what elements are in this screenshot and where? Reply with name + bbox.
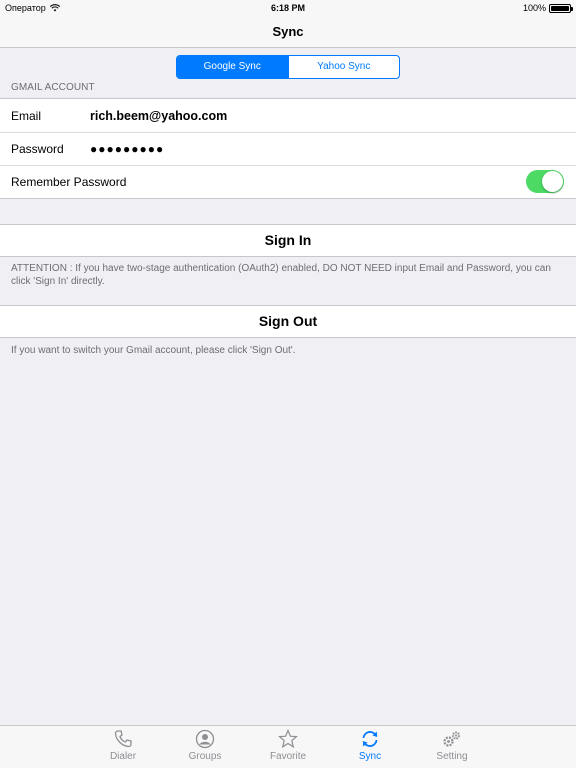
tab-bar: Dialer Groups Favorite Sync Setting — [0, 725, 576, 768]
page-title: Sync — [272, 24, 304, 39]
segment-google-sync[interactable]: Google Sync — [177, 56, 288, 78]
remember-password-row: Remember Password — [0, 165, 576, 198]
status-time: 6:18 PM — [270, 3, 305, 13]
nav-bar: Sync — [0, 16, 576, 48]
sign-in-note: ATTENTION : If you have two-stage authen… — [11, 263, 551, 287]
remember-password-toggle[interactable] — [526, 170, 564, 193]
sync-provider-segmented-control: Google Sync Yahoo Sync — [176, 55, 400, 79]
sign-in-button[interactable]: Sign In — [0, 224, 576, 257]
sign-out-note: If you want to switch your Gmail account… — [11, 345, 296, 356]
tab-groups[interactable]: Groups — [175, 729, 235, 762]
tab-setting-label: Setting — [436, 751, 468, 762]
email-label: Email — [11, 108, 42, 123]
battery-percent: 100% — [522, 3, 546, 13]
battery-fill — [551, 5, 569, 11]
email-row[interactable]: Email rich.beem@yahoo.com — [0, 99, 576, 132]
tab-setting[interactable]: Setting — [422, 729, 482, 762]
battery-tip — [571, 6, 573, 11]
tab-favorite-label: Favorite — [269, 751, 307, 762]
email-field[interactable]: rich.beem@yahoo.com — [90, 109, 227, 123]
person-icon — [195, 729, 215, 749]
gmail-account-group: Email rich.beem@yahoo.com Password ●●●●●… — [0, 98, 576, 199]
tab-sync-label: Sync — [358, 751, 382, 762]
gmail-account-header: GMAIL ACCOUNT — [11, 82, 95, 93]
password-label: Password — [11, 141, 64, 156]
password-row[interactable]: Password ●●●●●●●●● — [0, 132, 576, 165]
tab-favorite[interactable]: Favorite — [258, 729, 318, 762]
password-field[interactable]: ●●●●●●●●● — [90, 142, 164, 156]
tab-groups-label: Groups — [188, 751, 222, 762]
toggle-knob — [542, 171, 563, 192]
segment-yahoo-sync[interactable]: Yahoo Sync — [287, 56, 400, 78]
remember-password-label: Remember Password — [11, 174, 127, 189]
status-right: 100% — [522, 0, 573, 16]
tab-dialer-label: Dialer — [109, 751, 137, 762]
sign-out-button[interactable]: Sign Out — [0, 305, 576, 338]
tab-dialer[interactable]: Dialer — [93, 729, 153, 762]
phone-icon — [114, 730, 132, 748]
star-icon — [278, 729, 298, 749]
sync-icon — [362, 731, 378, 747]
status-bar: Оператор 6:18 PM 100% — [0, 0, 576, 16]
gears-icon — [443, 731, 460, 747]
tab-sync[interactable]: Sync — [340, 729, 400, 762]
battery-icon — [549, 3, 573, 13]
